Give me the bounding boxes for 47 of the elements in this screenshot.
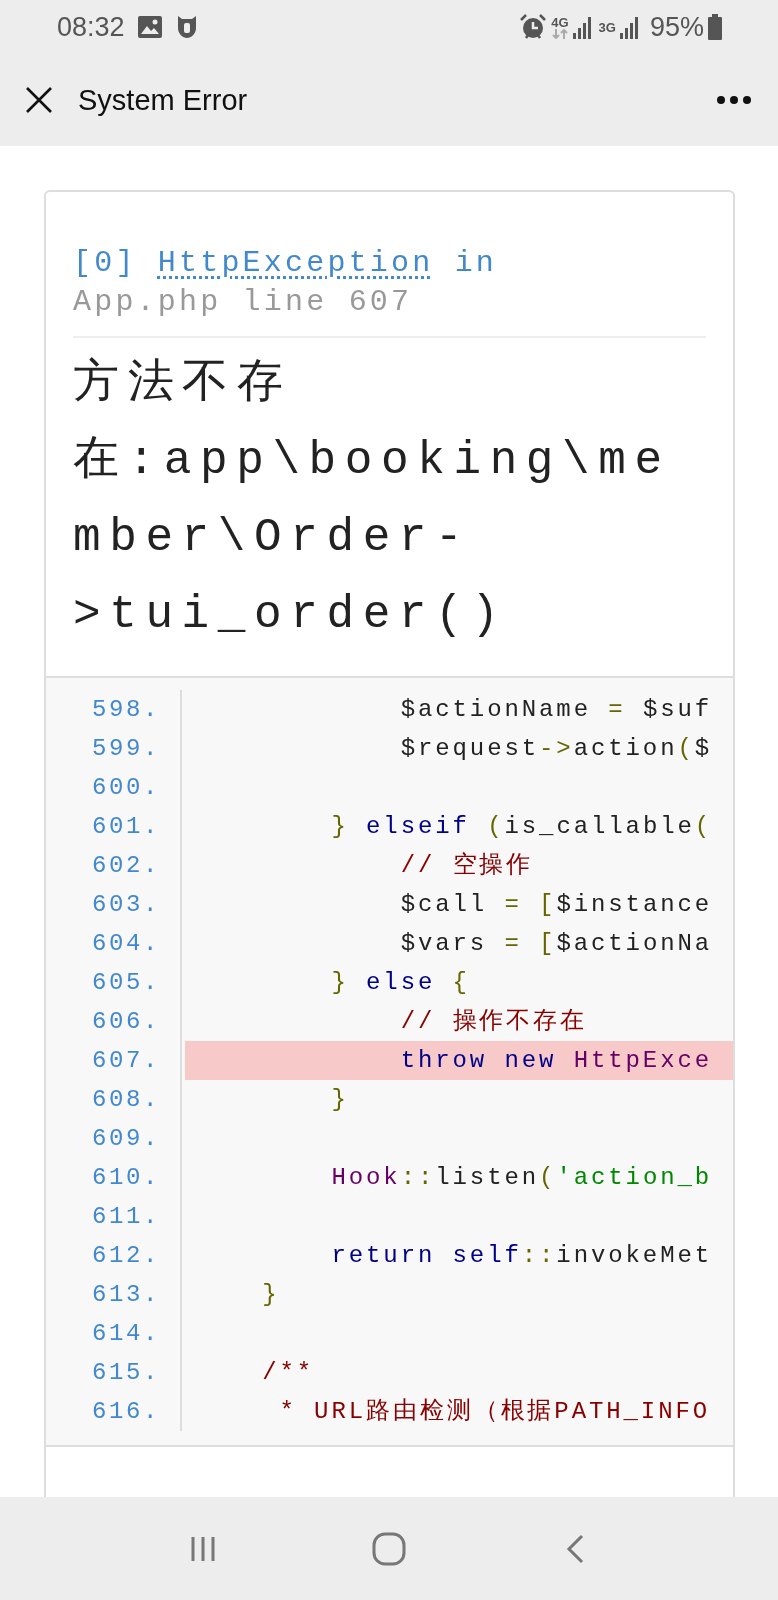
close-icon xyxy=(25,86,53,114)
line-number: 610. xyxy=(91,1163,161,1193)
code-line: } else { xyxy=(330,968,471,998)
code-line: Hook::listen('action_b xyxy=(330,1163,714,1193)
close-button[interactable] xyxy=(24,85,54,115)
line-number: 598. xyxy=(91,695,161,725)
code-line: $call = [$instance xyxy=(399,890,714,920)
code-line: } elseif (is_callable( xyxy=(330,812,714,842)
network-indicator: 3G xyxy=(598,20,616,34)
error-message: 方法不存在:app\booking\member\Order->tui_order() xyxy=(73,356,672,643)
line-number: 606. xyxy=(91,1007,161,1037)
image-icon xyxy=(136,15,163,39)
code-line: $actionName = $suf xyxy=(399,695,714,725)
clock-time: 08:32 xyxy=(57,11,125,43)
code-line: // 操作不存在 xyxy=(399,1007,589,1037)
line-number: 603. xyxy=(91,890,161,920)
code-line: $request->action($ xyxy=(399,734,714,764)
line-number: 608. xyxy=(91,1085,161,1115)
line-number: 601. xyxy=(91,812,161,842)
code-line: * URL路由检测（根据PATH_INFO xyxy=(278,1397,712,1427)
line-number: 613. xyxy=(91,1280,161,1310)
line-number: 600. xyxy=(91,773,161,803)
alarm-icon xyxy=(519,13,548,41)
home-icon xyxy=(371,1530,407,1567)
line-number: 615. xyxy=(91,1358,161,1388)
line-number: 609. xyxy=(91,1124,161,1154)
line-number: 602. xyxy=(91,851,161,881)
line-number: 605. xyxy=(91,968,161,998)
line-number: 604. xyxy=(91,929,161,959)
line-number: 612. xyxy=(91,1241,161,1271)
line-number: 607. xyxy=(91,1046,161,1076)
code-line: // 空操作 xyxy=(399,851,535,881)
code-line: return self::invokeMet xyxy=(330,1241,714,1271)
exception-heading: [0] HttpException in App.php line 607 xyxy=(73,244,706,338)
page-title: System Error xyxy=(78,83,249,117)
code-line: $vars = [$actionNa xyxy=(399,929,714,959)
battery-icon xyxy=(708,14,722,40)
network-indicator: 4G xyxy=(551,15,569,39)
line-number: 616. xyxy=(91,1397,161,1427)
code-line: /** xyxy=(261,1358,316,1388)
line-number: 614. xyxy=(91,1319,161,1349)
battery-percent: 95% xyxy=(649,11,704,43)
more-icon xyxy=(716,95,752,105)
line-number: 599. xyxy=(91,734,161,764)
line-number: 611. xyxy=(91,1202,161,1232)
code-line: } xyxy=(330,1085,350,1115)
code-line: } xyxy=(261,1280,281,1310)
